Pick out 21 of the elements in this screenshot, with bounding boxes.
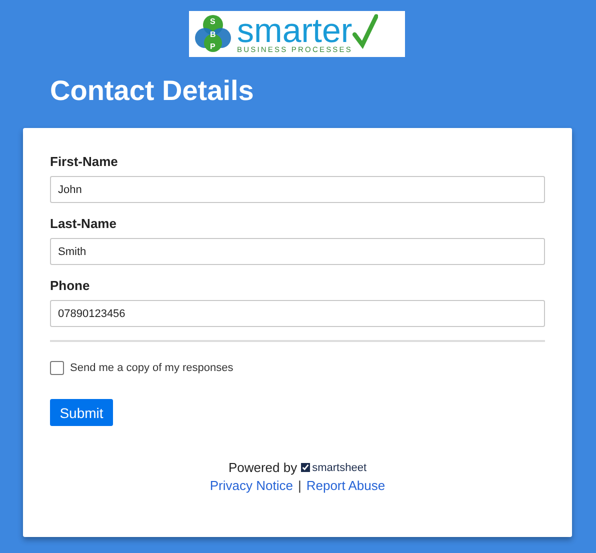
page-title: Contact Details — [50, 74, 255, 108]
link-separator: | — [298, 478, 302, 493]
field-label: Last-Name — [50, 216, 118, 231]
logo-letter: S — [210, 17, 216, 26]
checkmark-icon — [352, 12, 378, 50]
checkbox[interactable] — [50, 361, 64, 375]
brand-name: smartsheet — [312, 462, 367, 474]
checkbox-icon — [301, 463, 310, 472]
logo-name: smarter — [237, 16, 352, 46]
report-link[interactable]: Report Abuse — [306, 478, 386, 493]
input-field[interactable]: Smith — [50, 238, 545, 265]
input-field[interactable]: John — [50, 176, 545, 203]
privacy-link[interactable]: Privacy Notice — [210, 478, 293, 493]
submit-button[interactable]: Submit — [50, 399, 113, 426]
logo-letter: P — [210, 42, 216, 51]
field-label: Phone — [50, 278, 91, 293]
checkbox-label: Send me a copy of my responses — [70, 362, 234, 374]
powered-by-text: Powered by — [228, 460, 298, 475]
field-label: First-Name — [50, 154, 119, 169]
input-field[interactable]: 07890123456 — [50, 300, 545, 327]
circles-icon — [193, 14, 233, 54]
